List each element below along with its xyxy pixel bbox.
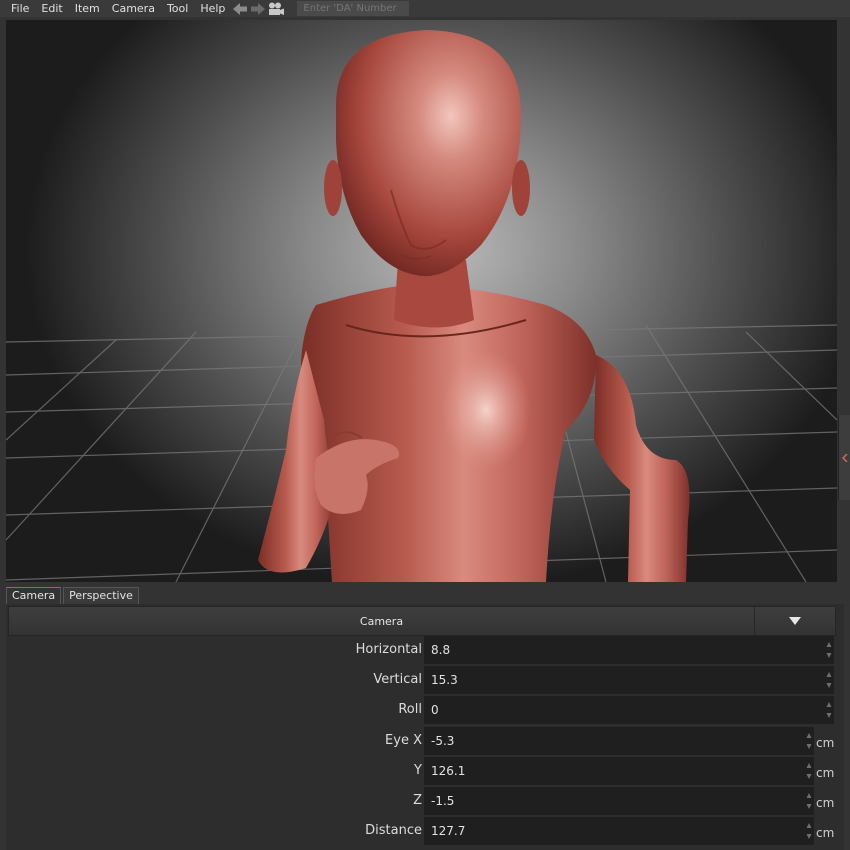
eye-x-unit: cm	[816, 736, 835, 750]
panel-tabs: Camera Perspective	[6, 586, 844, 604]
spinner-arrows-icon	[826, 642, 832, 658]
distance-field[interactable]: 127.7	[424, 817, 814, 845]
eye-x-field[interactable]: -5.3	[424, 727, 814, 755]
y-field[interactable]: 126.1	[424, 757, 814, 785]
figure-model	[258, 30, 690, 582]
spinner-arrows-icon	[806, 793, 812, 809]
vertical-spinner[interactable]	[825, 671, 833, 689]
row-roll: Roll 0	[6, 695, 844, 725]
z-unit: cm	[816, 796, 835, 810]
horizontal-label: Horizontal	[355, 642, 422, 657]
spinner-arrows-icon	[806, 823, 812, 839]
distance-spinner[interactable]	[805, 822, 813, 840]
arrow-left-icon[interactable]	[231, 0, 249, 17]
vertical-field[interactable]: 15.3	[424, 666, 834, 694]
row-eye-x: Eye X -5.3 cm	[6, 726, 844, 756]
tab-camera[interactable]: Camera	[6, 587, 62, 604]
row-distance: Distance 127.7 cm	[6, 816, 844, 846]
spinner-arrows-icon	[806, 733, 812, 749]
horizontal-field[interactable]: 8.8	[424, 636, 834, 664]
row-z: Z -1.5 cm	[6, 786, 844, 816]
dropdown-button[interactable]	[754, 607, 835, 635]
menu-help[interactable]: Help	[194, 0, 231, 17]
y-unit: cm	[816, 766, 835, 780]
row-horizontal: Horizontal 8.8	[6, 635, 844, 665]
tab-perspective[interactable]: Perspective	[63, 587, 139, 604]
panel-title: Camera	[359, 614, 404, 628]
z-label: Z	[413, 793, 422, 808]
y-spinner[interactable]	[805, 762, 813, 780]
scene-render	[6, 30, 837, 582]
menu-file[interactable]: File	[0, 0, 35, 17]
camera-panel-header[interactable]: Camera	[8, 606, 836, 636]
side-panel-handle[interactable]	[838, 415, 850, 500]
roll-spinner[interactable]	[825, 701, 833, 719]
menu-item[interactable]: Item	[69, 0, 106, 17]
z-spinner[interactable]	[805, 792, 813, 810]
eye-x-label: Eye X	[385, 733, 422, 748]
menu-bar: File Edit Item Camera Tool Help	[0, 0, 850, 17]
y-label: Y	[414, 763, 422, 778]
chevron-left-icon	[842, 453, 848, 462]
menu-edit[interactable]: Edit	[35, 0, 68, 17]
movie-camera-icon[interactable]	[267, 0, 285, 17]
row-vertical: Vertical 15.3	[6, 665, 844, 695]
roll-label: Roll	[398, 702, 422, 717]
arrow-right-icon[interactable]	[249, 0, 267, 17]
menu-camera[interactable]: Camera	[106, 0, 161, 17]
eye-x-spinner[interactable]	[805, 732, 813, 750]
z-field[interactable]: -1.5	[424, 787, 814, 815]
triangle-down-icon	[789, 617, 801, 625]
camera-panel: Camera Horizontal 8.8 Vertical 15.3 Roll…	[6, 604, 844, 850]
distance-unit: cm	[816, 826, 835, 840]
menu-tool[interactable]: Tool	[161, 0, 194, 17]
vertical-label: Vertical	[373, 672, 422, 687]
da-number-input[interactable]	[297, 1, 410, 16]
spinner-arrows-icon	[806, 763, 812, 779]
roll-field[interactable]: 0	[424, 696, 834, 724]
3d-viewport[interactable]	[6, 20, 837, 582]
spinner-arrows-icon	[826, 702, 832, 718]
distance-label: Distance	[365, 823, 422, 838]
horizontal-spinner[interactable]	[825, 641, 833, 659]
row-y: Y 126.1 cm	[6, 756, 844, 786]
spinner-arrows-icon	[826, 672, 832, 688]
